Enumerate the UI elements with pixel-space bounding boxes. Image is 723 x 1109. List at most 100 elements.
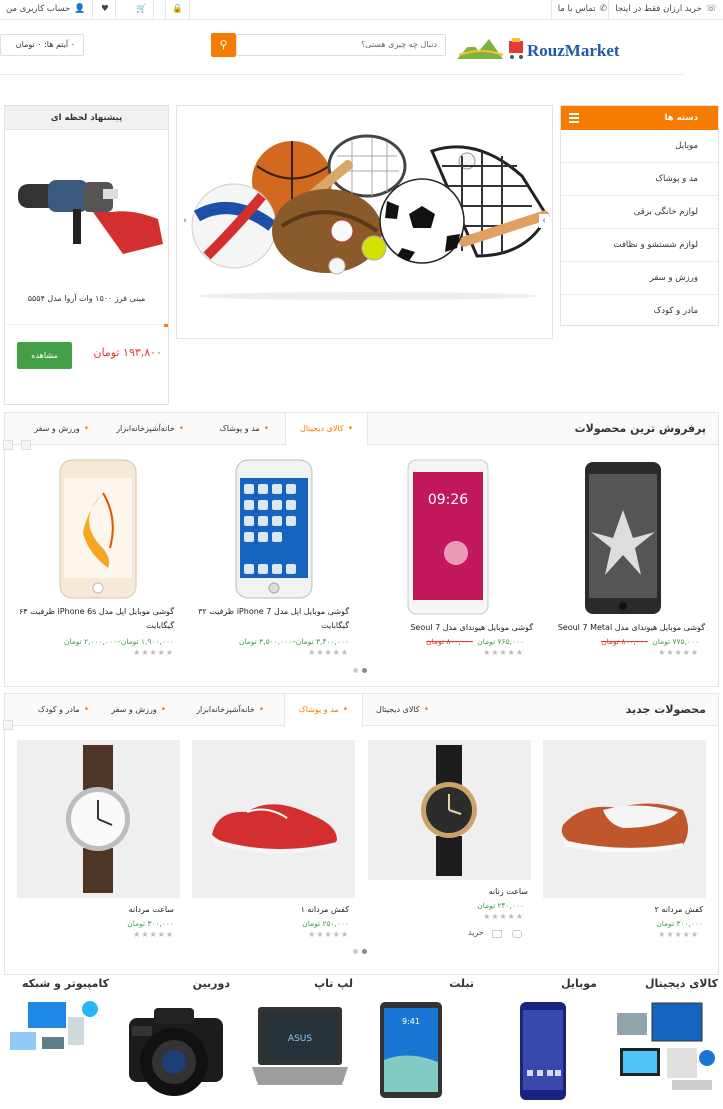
- men-watch-image: [66, 745, 130, 893]
- wishlist-icon[interactable]: ♥: [95, 0, 116, 20]
- logo-image: RouzMarket: [457, 38, 620, 60]
- tab-fashion[interactable]: •مد و پوشاک: [206, 413, 283, 445]
- camera-image[interactable]: [124, 1000, 228, 1102]
- phone-image[interactable]: [234, 458, 314, 600]
- computer-network-image[interactable]: [8, 997, 98, 1057]
- product-price: ۳,۴۰۰,۰۰۰ تومان–۳,۵۰۰,۰۰۰ تومان: [239, 637, 349, 646]
- product-name[interactable]: گوشی موبایل اپل مدل iPhone 6s ظرفیت ۶۴ گ…: [4, 605, 174, 633]
- phone-image[interactable]: [58, 458, 138, 600]
- product-image-frame[interactable]: [368, 740, 531, 880]
- user-icon: 👤: [74, 4, 86, 14]
- mobile-image[interactable]: [518, 1000, 568, 1102]
- wishlist-icon[interactable]: [512, 930, 522, 938]
- contact-link[interactable]: ✆تماس با ما: [550, 0, 613, 20]
- new-products-title: محصولات جدید: [625, 703, 706, 716]
- category-item[interactable]: ورزش و سفر: [561, 262, 718, 295]
- category-title[interactable]: تبلت: [449, 977, 474, 990]
- offer-product-name[interactable]: مینی فرز ۱۵۰۰ وات آروا مدل ۵۵۵۴: [5, 294, 168, 303]
- search-button[interactable]: ⚲: [211, 33, 236, 57]
- slider-toggle[interactable]: [21, 440, 31, 450]
- compare-icon[interactable]: [492, 930, 502, 938]
- category-item[interactable]: مد و پوشاک: [561, 163, 718, 196]
- phone-icon: ✆: [599, 4, 607, 14]
- laptop-image[interactable]: ASUS: [252, 1005, 348, 1095]
- account-link[interactable]: 👤حساب کاربری من: [0, 0, 93, 20]
- tab-digital[interactable]: •کالای دیجیتال: [362, 694, 443, 726]
- sports-equipment-image: [191, 134, 550, 300]
- category-title[interactable]: دوربین: [193, 977, 230, 990]
- logo-text: RouzMarket: [527, 41, 620, 60]
- rating-stars: ★★★★★: [133, 648, 174, 657]
- rating-stars: ★★★★★: [658, 648, 699, 657]
- product-name[interactable]: گوشی موبایل هیوندای مدل Seoul 7: [373, 621, 533, 635]
- tab-sports[interactable]: •ورزش و سفر: [20, 413, 103, 445]
- carousel-pagination[interactable]: [349, 666, 369, 673]
- category-item[interactable]: موبایل: [561, 130, 718, 163]
- bestsellers-header: پرفروش ترین محصولات •کالای دیجیتال •مد و…: [5, 413, 718, 446]
- product-name[interactable]: کفش مردانه ۲: [655, 903, 703, 917]
- men-shoe-image: [561, 803, 688, 853]
- category-menu: دسته ها موبایل مد و پوشاک لوازم خانگی بر…: [560, 105, 719, 326]
- tab-fashion[interactable]: •مد و پوشاک: [283, 694, 363, 727]
- category-item[interactable]: لوازم خانگی برقی: [561, 196, 718, 229]
- product-name[interactable]: گوشی موبایل هیوندای مدل Seoul 7 Metal: [535, 621, 705, 635]
- product-price: ۳۰۰,۰۰۰ تومان: [127, 919, 174, 928]
- search-input[interactable]: دنبال چه چیزی هستی؟: [236, 34, 446, 56]
- product-image-frame[interactable]: [543, 740, 706, 898]
- tab-home[interactable]: •خانه‌آشپزخانه‌ابزار: [182, 694, 278, 726]
- tab-kids[interactable]: •مادر و کودک: [24, 694, 103, 726]
- category-item[interactable]: مادر و کودک: [561, 295, 718, 328]
- cart-summary[interactable]: ۰ آیتم ها: ۰ تومان: [0, 34, 84, 56]
- rating-stars: ★★★★★: [483, 648, 524, 657]
- product-price: ۱,۹۰۰,۰۰۰ تومان–۲,۰۰۰,۰۰۰ تومان: [64, 637, 174, 646]
- tab-sports[interactable]: •ورزش و سفر: [97, 694, 180, 726]
- tab-home[interactable]: •خانه‌آشپزخانه‌ابزار: [102, 413, 198, 445]
- product-price: ۲۴۰,۰۰۰ تومان: [477, 901, 524, 910]
- carousel-pagination[interactable]: [349, 947, 369, 954]
- svg-text:9:41: 9:41: [402, 1017, 420, 1026]
- header: RouzMarket دنبال چه چیزی هستی؟ ⚲ ۰ آیتم …: [0, 20, 683, 75]
- slider-toggle[interactable]: [3, 720, 13, 730]
- product-price: ۲۵۰,۰۰۰ تومان: [302, 919, 349, 928]
- promo-link[interactable]: ☏خرید ارزان فقط در اینجا: [608, 0, 723, 20]
- site-logo[interactable]: RouzMarket: [457, 33, 627, 63]
- lock-icon[interactable]: 🔒: [165, 0, 190, 20]
- product-name[interactable]: ساعت زنانه: [489, 885, 528, 899]
- product-image-frame[interactable]: [192, 740, 355, 898]
- cart-icon[interactable]: 🛒: [130, 0, 154, 20]
- hero-slider[interactable]: ‹ ›: [176, 105, 553, 339]
- product-name[interactable]: ساعت مردانه: [129, 903, 174, 917]
- svg-text:ASUS: ASUS: [288, 1034, 312, 1044]
- product-name[interactable]: کفش مردانه ۱: [301, 903, 349, 917]
- slider-next-arrow[interactable]: ›: [539, 214, 549, 228]
- category-title[interactable]: کامپیوتر و شبکه: [22, 977, 109, 990]
- product-image-frame[interactable]: [17, 740, 180, 898]
- category-title[interactable]: موبایل: [561, 977, 597, 990]
- buy-button[interactable]: خرید: [468, 928, 484, 937]
- rating-stars: ★★★★★: [308, 648, 349, 657]
- category-item[interactable]: لوازم شستشو و نظافت: [561, 229, 718, 262]
- phone-icon: ☏: [705, 4, 717, 14]
- rating-stars: ★★★★★: [133, 930, 174, 939]
- category-menu-header[interactable]: دسته ها: [561, 106, 718, 130]
- slider-toggle[interactable]: [3, 440, 13, 450]
- product-name[interactable]: گوشی موبایل اپل مدل iPhone 7 ظرفیت ۳۲ گی…: [179, 605, 349, 633]
- hamburger-icon: [569, 113, 579, 123]
- product-price: ۳۰۰,۰۰۰ تومان: [656, 919, 703, 928]
- offer-price: ۱۹۳,۸۰۰ تومان: [93, 346, 162, 359]
- phone-image[interactable]: 09:26: [406, 458, 490, 616]
- tablet-image[interactable]: 9:41: [378, 1000, 444, 1100]
- category-title[interactable]: لپ تاپ: [314, 977, 353, 990]
- digital-goods-image[interactable]: [612, 998, 718, 1093]
- view-offer-button[interactable]: مشاهده: [17, 342, 72, 369]
- phone-image[interactable]: [583, 460, 663, 616]
- bestsellers-title: پرفروش ترین محصولات: [574, 422, 706, 435]
- category-title[interactable]: کالای دیجیتال: [645, 977, 718, 990]
- tab-digital[interactable]: •کالای دیجیتال: [285, 413, 368, 446]
- slider-prev-arrow[interactable]: ‹: [180, 214, 190, 228]
- product-price: ۷۶۵,۰۰۰ تومان ۸۰۰,۰۰۰ تومان: [426, 637, 524, 646]
- flash-offer-box: پیشنهاد لحظه ای مینی فرز ۱۵۰۰ وات آروا م…: [4, 105, 169, 405]
- offer-progress-marker: [164, 324, 168, 327]
- angle-grinder-image: [18, 180, 163, 254]
- top-bar: ☏خرید ارزان فقط در اینجا ✆تماس با ما 👤حس…: [0, 0, 723, 20]
